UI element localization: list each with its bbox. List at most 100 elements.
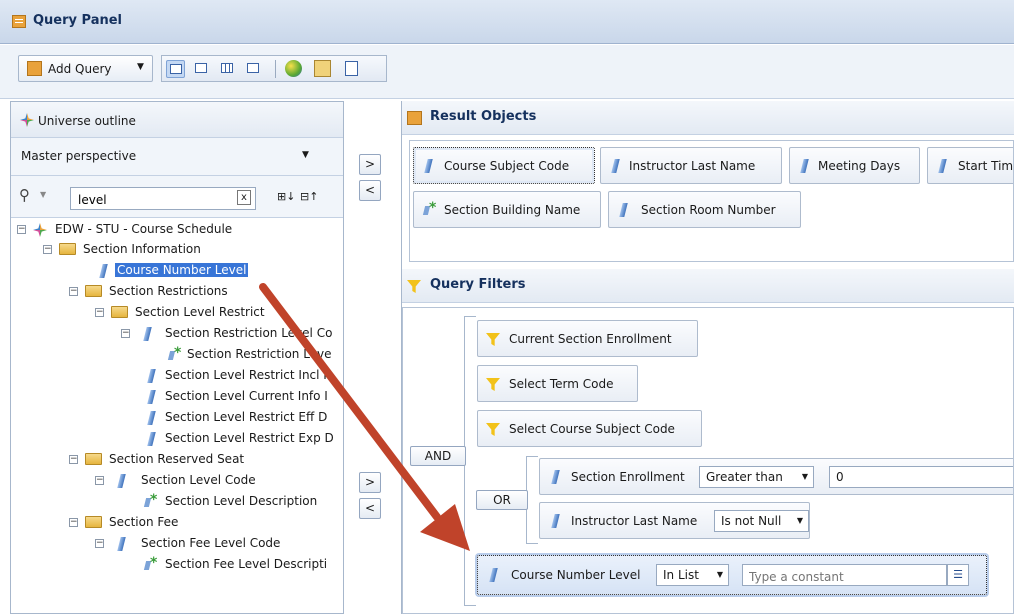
result-objects-header: Result Objects bbox=[402, 101, 1014, 135]
filter-icon bbox=[486, 333, 500, 346]
chevron-down-icon[interactable]: ▼ bbox=[137, 62, 144, 72]
tree-node-label: Section Fee bbox=[109, 515, 179, 529]
add-query-icon bbox=[27, 61, 42, 76]
tree-node-label: Section Restriction Leve bbox=[187, 347, 332, 361]
predefined-filter-chip[interactable]: Select Course Subject Code bbox=[477, 410, 702, 447]
and-operator-button[interactable]: AND bbox=[410, 446, 466, 466]
data-preview-button[interactable] bbox=[218, 60, 237, 78]
collapse-toggle[interactable]: − bbox=[95, 476, 104, 485]
add-result-object-button[interactable]: > bbox=[359, 154, 381, 175]
collapse-toggle[interactable]: − bbox=[69, 455, 78, 464]
outline-view-button[interactable] bbox=[166, 60, 185, 78]
filter-pane-icon bbox=[195, 63, 207, 73]
result-object-chip[interactable]: Start Tim bbox=[927, 147, 1013, 184]
universe-icon bbox=[20, 113, 34, 127]
universe-icon bbox=[33, 223, 47, 237]
filter-row-section-enrollment[interactable]: Section Enrollment Greater than ▼ 0 bbox=[539, 458, 1013, 495]
tree-node-label: Section Level Restrict Eff D bbox=[165, 410, 328, 424]
tree-node-label: Section Fee Level Code bbox=[141, 536, 281, 550]
filter-row-instructor-last-name[interactable]: Instructor Last Name Is not Null ▼ bbox=[539, 502, 810, 539]
collapse-all-icon[interactable]: ⊟↑ bbox=[300, 190, 318, 203]
filter-label: Select Course Subject Code bbox=[509, 422, 675, 436]
filter-label: Select Term Code bbox=[509, 377, 614, 391]
split-view-icon bbox=[247, 63, 259, 73]
query-properties-icon[interactable] bbox=[314, 60, 331, 77]
dimension-icon bbox=[147, 390, 156, 404]
search-input[interactable] bbox=[70, 187, 256, 210]
result-object-chip[interactable]: Meeting Days bbox=[789, 147, 920, 184]
operator-value: Is not Null bbox=[721, 514, 782, 528]
chevron-down-icon: ▼ bbox=[796, 516, 803, 525]
chevron-down-icon: ▼ bbox=[801, 472, 808, 481]
attribute-icon bbox=[424, 200, 438, 216]
filter-row-course-number-level[interactable]: Course Number Level In List ▼ ☰ bbox=[477, 555, 987, 595]
view-script-icon[interactable] bbox=[345, 61, 358, 76]
collapse-toggle[interactable]: − bbox=[95, 539, 104, 548]
collapse-toggle[interactable]: − bbox=[17, 225, 26, 234]
operator-dropdown[interactable]: Greater than ▼ bbox=[699, 466, 814, 488]
search-options-icon[interactable]: ⚲ bbox=[19, 186, 30, 204]
universe-outline-panel: Universe outline Master perspective ▼ ⚲ … bbox=[10, 101, 344, 614]
filter-label: Current Section Enrollment bbox=[509, 332, 672, 346]
perspective-dropdown[interactable]: Master perspective ▼ bbox=[11, 138, 343, 176]
tree-node-label: Section Level Restrict Exp D bbox=[165, 431, 334, 445]
outline-view-icon bbox=[170, 64, 182, 74]
tree-node-label: Section Restriction Level Co bbox=[165, 326, 333, 340]
combined-query-icon[interactable] bbox=[285, 60, 302, 77]
perspective-value: Master perspective bbox=[21, 149, 137, 163]
chevron-down-icon[interactable]: ▼ bbox=[40, 190, 46, 199]
result-object-label: Course Subject Code bbox=[444, 159, 570, 173]
result-object-chip[interactable]: Instructor Last Name bbox=[600, 147, 782, 184]
result-object-label: Instructor Last Name bbox=[629, 159, 756, 173]
add-filter-button[interactable]: > bbox=[359, 472, 381, 493]
dimension-icon bbox=[619, 203, 628, 217]
search-row: ⚲ ▼ x ⊞↓ ⊟↑ bbox=[11, 176, 343, 218]
tree-node-label: EDW - STU - Course Schedule bbox=[55, 222, 233, 236]
clear-search-icon[interactable]: x bbox=[237, 190, 251, 205]
dimension-icon bbox=[147, 369, 156, 383]
query-filters-area[interactable]: AND Current Section Enrollment Select Te… bbox=[402, 307, 1014, 614]
predefined-filter-chip[interactable]: Select Term Code bbox=[477, 365, 638, 402]
add-query-button[interactable]: Add Query ▼ bbox=[18, 55, 153, 82]
dimension-icon bbox=[489, 568, 498, 582]
dimension-icon bbox=[551, 514, 560, 528]
dimension-icon bbox=[117, 474, 126, 488]
collapse-toggle[interactable]: − bbox=[43, 245, 52, 254]
remove-filter-button[interactable]: < bbox=[359, 498, 381, 519]
constant-input[interactable] bbox=[742, 564, 947, 586]
collapse-toggle[interactable]: − bbox=[69, 518, 78, 527]
operator-dropdown[interactable]: Is not Null ▼ bbox=[714, 510, 809, 532]
operator-value: Greater than bbox=[706, 470, 783, 484]
result-objects-area[interactable]: Course Subject Code Instructor Last Name… bbox=[409, 140, 1014, 262]
operator-dropdown[interactable]: In List ▼ bbox=[656, 564, 729, 586]
collapse-toggle[interactable]: − bbox=[69, 287, 78, 296]
collapse-toggle[interactable]: − bbox=[121, 329, 130, 338]
result-object-chip[interactable]: Section Room Number bbox=[608, 191, 801, 228]
result-object-chip[interactable]: Course Subject Code bbox=[413, 147, 595, 184]
filter-object-label: Section Enrollment bbox=[571, 470, 685, 484]
dimension-icon bbox=[143, 327, 152, 341]
tree-node-label: Section Reserved Seat bbox=[109, 452, 245, 466]
collapse-toggle[interactable]: − bbox=[95, 308, 104, 317]
or-operator-button[interactable]: OR bbox=[476, 490, 528, 510]
remove-result-object-button[interactable]: < bbox=[359, 180, 381, 201]
dimension-icon bbox=[117, 537, 126, 551]
attribute-icon bbox=[169, 345, 183, 361]
view-toolbar-group bbox=[161, 55, 387, 82]
result-object-chip[interactable]: Section Building Name bbox=[413, 191, 601, 228]
dimension-icon bbox=[551, 470, 560, 484]
split-view-button[interactable] bbox=[244, 60, 263, 78]
folder-icon bbox=[59, 243, 76, 255]
toolbar-separator bbox=[275, 60, 276, 78]
predefined-filter-chip[interactable]: Current Section Enrollment bbox=[477, 320, 698, 357]
expand-all-icon[interactable]: ⊞↓ bbox=[277, 190, 295, 203]
tree-node-label: Section Level Description bbox=[165, 494, 318, 508]
filter-pane-button[interactable] bbox=[192, 60, 211, 78]
query-filters-header: Query Filters bbox=[402, 269, 1014, 303]
value-list-icon[interactable]: ☰ bbox=[947, 564, 969, 586]
query-filters-title: Query Filters bbox=[430, 277, 526, 292]
result-object-label: Meeting Days bbox=[818, 159, 901, 173]
filter-value-input[interactable]: 0 bbox=[829, 466, 1013, 488]
tree-node-label: Course Number Level bbox=[115, 263, 249, 277]
tree-node-label: Section Level Restrict bbox=[135, 305, 265, 319]
